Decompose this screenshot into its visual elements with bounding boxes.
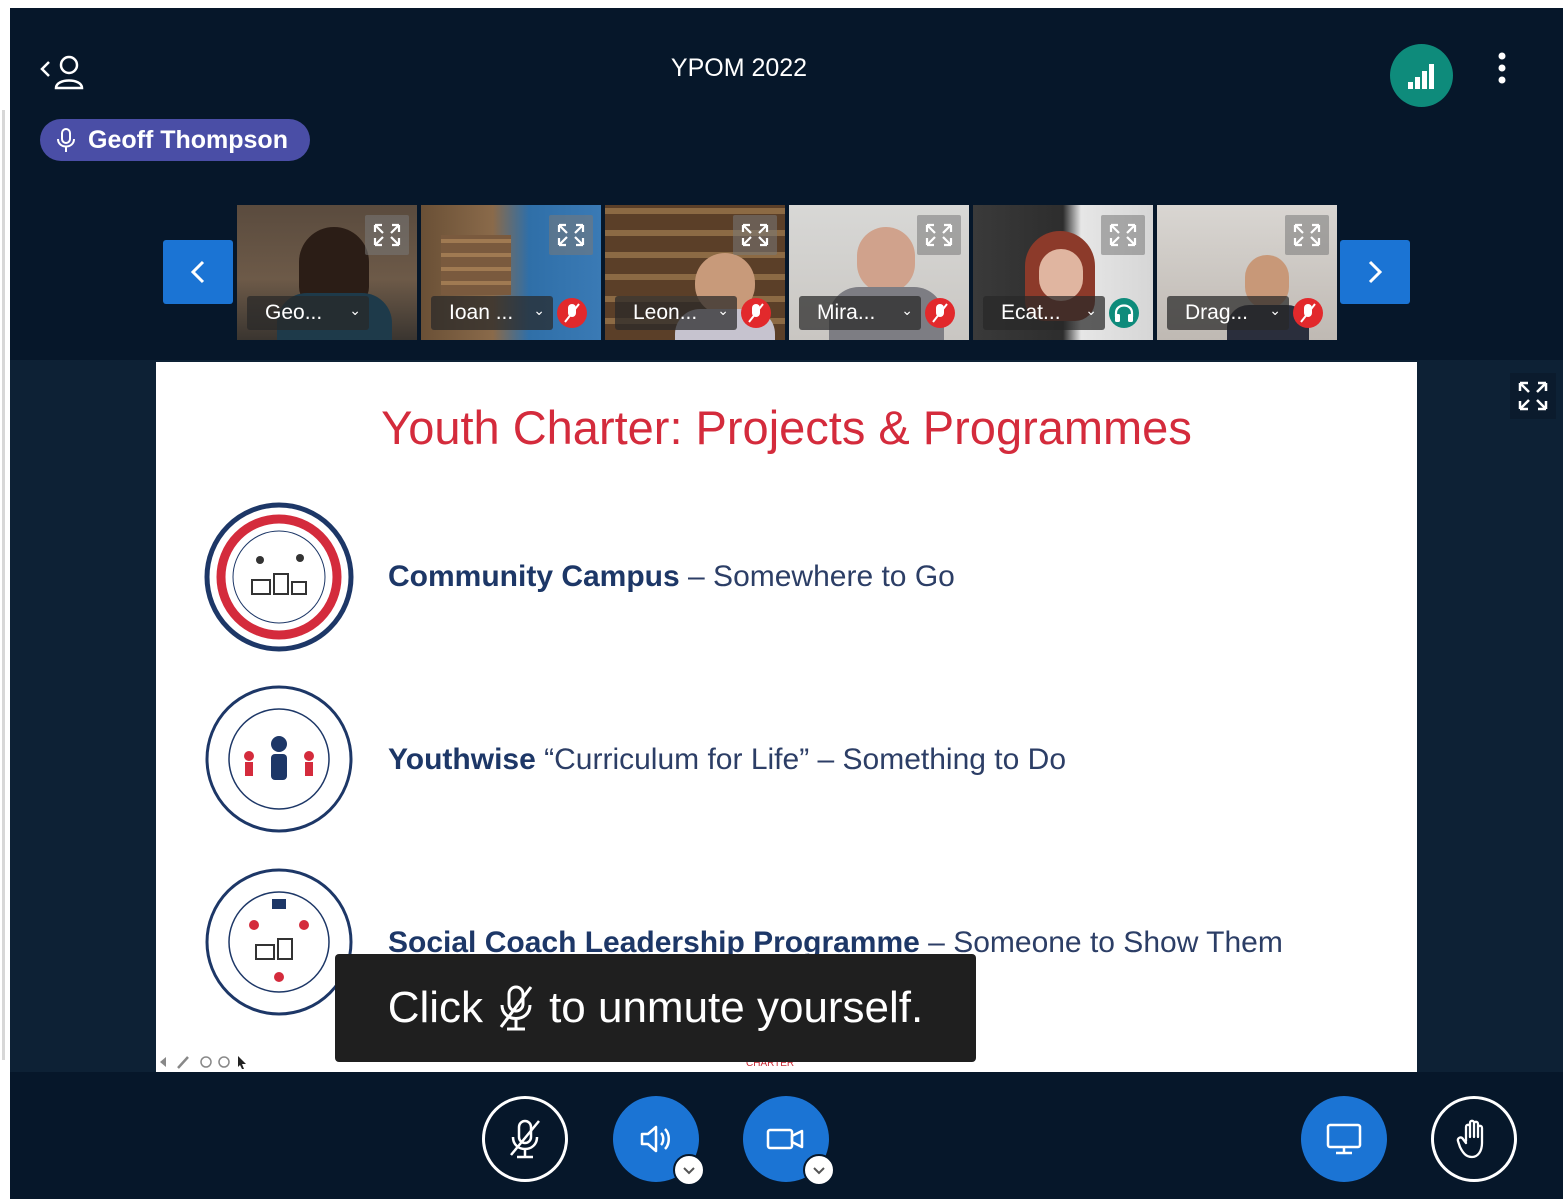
raise-hand-button[interactable] xyxy=(1431,1096,1517,1182)
meeting-window: YPOM 2022 Geoff Thompson Geo... ⌄ Ioan .… xyxy=(10,8,1563,1199)
expand-icon xyxy=(557,223,585,247)
talker-name: Geoff Thompson xyxy=(88,125,288,154)
share-webcam-button[interactable] xyxy=(743,1096,835,1186)
participant-name-label[interactable]: Ioan ... ⌄ xyxy=(431,296,553,330)
more-options-button[interactable] xyxy=(1490,50,1514,90)
muted-microphone-icon xyxy=(741,298,771,328)
raise-hand-icon xyxy=(1456,1119,1484,1159)
meeting-title: YPOM 2022 xyxy=(670,54,808,82)
unmute-tooltip: Click to unmute yourself. xyxy=(335,954,976,1062)
participant-name-label[interactable]: Ecat... ⌄ xyxy=(983,296,1105,330)
muted-microphone-icon xyxy=(925,298,955,328)
community-campus-logo xyxy=(204,502,354,652)
expand-icon xyxy=(373,223,401,247)
muted-microphone-icon xyxy=(499,985,533,1031)
chevron-down-icon xyxy=(683,1167,695,1175)
expand-video-button[interactable] xyxy=(733,215,777,255)
audio-options-button[interactable] xyxy=(673,1154,705,1186)
slide-item-description: “Curriculum for Life” – Something to Do xyxy=(535,743,1066,776)
chevron-down-icon: ⌄ xyxy=(349,302,361,318)
chevron-down-icon: ⌄ xyxy=(901,302,913,318)
video-tile[interactable]: Mira... ⌄ xyxy=(789,205,969,340)
chevron-left-icon xyxy=(190,260,205,284)
previous-videos-button[interactable] xyxy=(163,240,233,304)
connection-status-icon xyxy=(1408,64,1434,89)
expand-video-button[interactable] xyxy=(917,215,961,255)
chevron-down-icon: ⌄ xyxy=(533,302,545,318)
tooltip-text-start: Click xyxy=(387,983,484,1032)
annotation-tools[interactable] xyxy=(158,1054,258,1070)
participant-name-label[interactable]: Geo... ⌄ xyxy=(247,296,369,330)
chevron-down-icon xyxy=(813,1167,825,1175)
fullscreen-icon xyxy=(1510,373,1556,419)
expand-icon xyxy=(925,223,953,247)
chevron-down-icon: ⌄ xyxy=(717,302,729,318)
connection-status-button[interactable] xyxy=(1390,44,1453,107)
slide-item-title: Youthwise xyxy=(388,743,536,776)
expand-video-button[interactable] xyxy=(365,215,409,255)
video-options-button[interactable] xyxy=(803,1154,835,1186)
window-edge xyxy=(0,0,10,1199)
slide-item: Community Campus – Somewhere to Go xyxy=(388,560,955,594)
video-tile[interactable]: Geo... ⌄ xyxy=(237,205,417,340)
participant-name-label[interactable]: Mira... ⌄ xyxy=(799,296,921,330)
fullscreen-button[interactable] xyxy=(1510,373,1556,419)
video-tile[interactable]: Drag... ⌄ xyxy=(1157,205,1337,340)
current-talker-indicator[interactable]: Geoff Thompson xyxy=(40,119,310,161)
next-videos-button[interactable] xyxy=(1340,240,1410,304)
expand-video-button[interactable] xyxy=(549,215,593,255)
video-camera-icon xyxy=(766,1128,804,1150)
expand-video-button[interactable] xyxy=(1285,215,1329,255)
unmute-microphone-button[interactable] xyxy=(482,1096,568,1182)
expand-icon xyxy=(1109,223,1137,247)
slide-item-title: Community Campus xyxy=(388,560,680,593)
muted-microphone-icon xyxy=(557,298,587,328)
headphones-icon xyxy=(1109,298,1139,328)
muted-microphone-icon xyxy=(1293,298,1323,328)
more-options-icon xyxy=(1498,52,1506,84)
social-coach-leadership-logo xyxy=(205,685,353,833)
slide-title: Youth Charter: Projects & Programmes xyxy=(381,401,1192,454)
audio-button[interactable] xyxy=(613,1096,705,1186)
chevron-right-icon xyxy=(1368,260,1383,284)
chevron-down-icon: ⌄ xyxy=(1269,302,1281,318)
expand-icon xyxy=(741,223,769,247)
speaker-icon xyxy=(640,1125,670,1153)
slide-item: Youthwise “Curriculum for Life” – Someth… xyxy=(388,743,1066,777)
participant-name-label[interactable]: Drag... ⌄ xyxy=(1167,296,1289,330)
video-tile[interactable]: Ecat... ⌄ xyxy=(973,205,1153,340)
screen-share-icon xyxy=(1326,1123,1362,1155)
screen-share-button[interactable] xyxy=(1301,1096,1387,1182)
tooltip-text-end: to unmute yourself. xyxy=(549,983,924,1032)
youthwise-logo xyxy=(205,868,353,1016)
expand-icon xyxy=(1293,223,1321,247)
chevron-down-icon: ⌄ xyxy=(1085,302,1097,318)
expand-video-button[interactable] xyxy=(1101,215,1145,255)
slide-item-description: – Somewhere to Go xyxy=(679,560,955,593)
video-tile[interactable]: Ioan ... ⌄ xyxy=(421,205,601,340)
video-tile[interactable]: Leon... ⌄ xyxy=(605,205,785,340)
microphone-muted-icon xyxy=(510,1119,540,1159)
microphone-icon xyxy=(57,128,75,152)
participant-name-label[interactable]: Leon... ⌄ xyxy=(615,296,737,330)
